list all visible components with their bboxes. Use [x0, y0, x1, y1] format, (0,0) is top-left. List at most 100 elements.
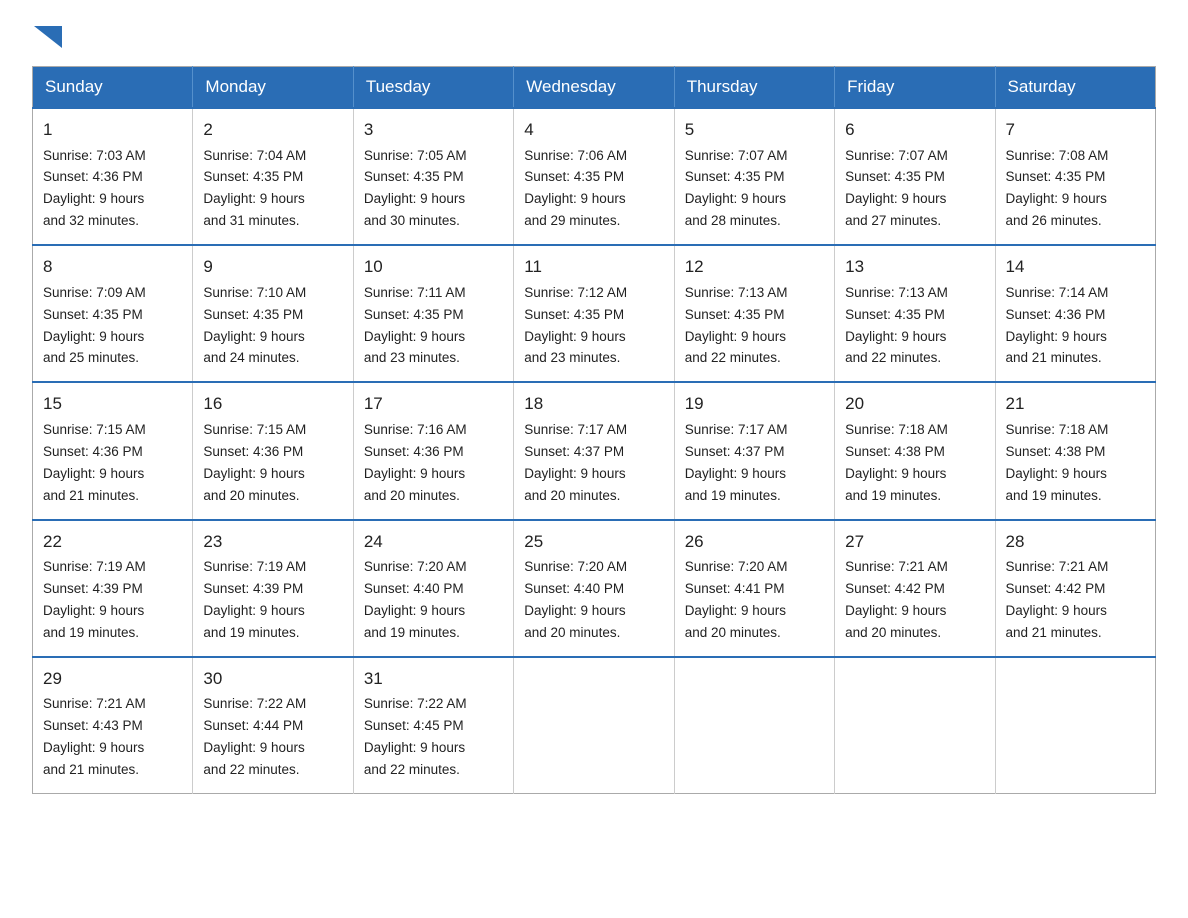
day-number: 6	[845, 117, 984, 143]
calendar-day-cell: 15 Sunrise: 7:15 AMSunset: 4:36 PMDaylig…	[33, 382, 193, 519]
day-number: 4	[524, 117, 663, 143]
calendar-day-cell: 23 Sunrise: 7:19 AMSunset: 4:39 PMDaylig…	[193, 520, 353, 657]
day-info: Sunrise: 7:17 AMSunset: 4:37 PMDaylight:…	[524, 422, 627, 503]
calendar-day-cell: 28 Sunrise: 7:21 AMSunset: 4:42 PMDaylig…	[995, 520, 1155, 657]
calendar-day-cell: 10 Sunrise: 7:11 AMSunset: 4:35 PMDaylig…	[353, 245, 513, 382]
day-number: 5	[685, 117, 824, 143]
day-info: Sunrise: 7:22 AMSunset: 4:45 PMDaylight:…	[364, 696, 467, 777]
day-info: Sunrise: 7:21 AMSunset: 4:43 PMDaylight:…	[43, 696, 146, 777]
day-number: 14	[1006, 254, 1145, 280]
calendar-day-cell	[514, 657, 674, 794]
day-info: Sunrise: 7:05 AMSunset: 4:35 PMDaylight:…	[364, 148, 467, 229]
day-info: Sunrise: 7:04 AMSunset: 4:35 PMDaylight:…	[203, 148, 306, 229]
day-info: Sunrise: 7:09 AMSunset: 4:35 PMDaylight:…	[43, 285, 146, 366]
logo-triangle-icon	[34, 26, 62, 48]
day-info: Sunrise: 7:17 AMSunset: 4:37 PMDaylight:…	[685, 422, 788, 503]
calendar-day-cell	[995, 657, 1155, 794]
calendar-week-row: 1 Sunrise: 7:03 AMSunset: 4:36 PMDayligh…	[33, 108, 1156, 245]
calendar-day-cell: 20 Sunrise: 7:18 AMSunset: 4:38 PMDaylig…	[835, 382, 995, 519]
day-number: 31	[364, 666, 503, 692]
calendar-day-cell: 29 Sunrise: 7:21 AMSunset: 4:43 PMDaylig…	[33, 657, 193, 794]
calendar-day-cell: 21 Sunrise: 7:18 AMSunset: 4:38 PMDaylig…	[995, 382, 1155, 519]
day-number: 21	[1006, 391, 1145, 417]
day-number: 26	[685, 529, 824, 555]
calendar-day-header: Thursday	[674, 67, 834, 109]
calendar-day-cell: 7 Sunrise: 7:08 AMSunset: 4:35 PMDayligh…	[995, 108, 1155, 245]
calendar-day-cell: 3 Sunrise: 7:05 AMSunset: 4:35 PMDayligh…	[353, 108, 513, 245]
calendar-day-cell	[674, 657, 834, 794]
calendar-day-header: Sunday	[33, 67, 193, 109]
day-number: 10	[364, 254, 503, 280]
calendar-day-cell: 4 Sunrise: 7:06 AMSunset: 4:35 PMDayligh…	[514, 108, 674, 245]
calendar-day-cell: 12 Sunrise: 7:13 AMSunset: 4:35 PMDaylig…	[674, 245, 834, 382]
day-info: Sunrise: 7:07 AMSunset: 4:35 PMDaylight:…	[845, 148, 948, 229]
day-number: 28	[1006, 529, 1145, 555]
day-number: 19	[685, 391, 824, 417]
calendar-day-cell	[835, 657, 995, 794]
day-info: Sunrise: 7:07 AMSunset: 4:35 PMDaylight:…	[685, 148, 788, 229]
calendar-day-cell: 17 Sunrise: 7:16 AMSunset: 4:36 PMDaylig…	[353, 382, 513, 519]
calendar-day-cell: 8 Sunrise: 7:09 AMSunset: 4:35 PMDayligh…	[33, 245, 193, 382]
day-info: Sunrise: 7:06 AMSunset: 4:35 PMDaylight:…	[524, 148, 627, 229]
calendar-week-row: 22 Sunrise: 7:19 AMSunset: 4:39 PMDaylig…	[33, 520, 1156, 657]
calendar-table: SundayMondayTuesdayWednesdayThursdayFrid…	[32, 66, 1156, 794]
day-info: Sunrise: 7:20 AMSunset: 4:40 PMDaylight:…	[364, 559, 467, 640]
day-number: 25	[524, 529, 663, 555]
page-header	[32, 24, 1156, 48]
calendar-day-cell: 5 Sunrise: 7:07 AMSunset: 4:35 PMDayligh…	[674, 108, 834, 245]
calendar-day-header: Wednesday	[514, 67, 674, 109]
calendar-day-cell: 11 Sunrise: 7:12 AMSunset: 4:35 PMDaylig…	[514, 245, 674, 382]
day-number: 16	[203, 391, 342, 417]
calendar-day-cell: 16 Sunrise: 7:15 AMSunset: 4:36 PMDaylig…	[193, 382, 353, 519]
day-info: Sunrise: 7:20 AMSunset: 4:41 PMDaylight:…	[685, 559, 788, 640]
calendar-day-cell: 25 Sunrise: 7:20 AMSunset: 4:40 PMDaylig…	[514, 520, 674, 657]
calendar-day-cell: 1 Sunrise: 7:03 AMSunset: 4:36 PMDayligh…	[33, 108, 193, 245]
calendar-day-cell: 14 Sunrise: 7:14 AMSunset: 4:36 PMDaylig…	[995, 245, 1155, 382]
calendar-day-cell: 27 Sunrise: 7:21 AMSunset: 4:42 PMDaylig…	[835, 520, 995, 657]
day-info: Sunrise: 7:14 AMSunset: 4:36 PMDaylight:…	[1006, 285, 1109, 366]
day-info: Sunrise: 7:18 AMSunset: 4:38 PMDaylight:…	[1006, 422, 1109, 503]
calendar-day-header: Friday	[835, 67, 995, 109]
day-number: 11	[524, 254, 663, 280]
day-info: Sunrise: 7:15 AMSunset: 4:36 PMDaylight:…	[43, 422, 146, 503]
day-number: 17	[364, 391, 503, 417]
day-info: Sunrise: 7:16 AMSunset: 4:36 PMDaylight:…	[364, 422, 467, 503]
day-number: 15	[43, 391, 182, 417]
day-number: 22	[43, 529, 182, 555]
calendar-day-cell: 13 Sunrise: 7:13 AMSunset: 4:35 PMDaylig…	[835, 245, 995, 382]
day-number: 30	[203, 666, 342, 692]
day-info: Sunrise: 7:22 AMSunset: 4:44 PMDaylight:…	[203, 696, 306, 777]
day-info: Sunrise: 7:10 AMSunset: 4:35 PMDaylight:…	[203, 285, 306, 366]
day-info: Sunrise: 7:18 AMSunset: 4:38 PMDaylight:…	[845, 422, 948, 503]
calendar-day-header: Monday	[193, 67, 353, 109]
day-info: Sunrise: 7:21 AMSunset: 4:42 PMDaylight:…	[845, 559, 948, 640]
day-info: Sunrise: 7:20 AMSunset: 4:40 PMDaylight:…	[524, 559, 627, 640]
day-number: 3	[364, 117, 503, 143]
day-info: Sunrise: 7:03 AMSunset: 4:36 PMDaylight:…	[43, 148, 146, 229]
calendar-week-row: 29 Sunrise: 7:21 AMSunset: 4:43 PMDaylig…	[33, 657, 1156, 794]
day-info: Sunrise: 7:15 AMSunset: 4:36 PMDaylight:…	[203, 422, 306, 503]
day-info: Sunrise: 7:19 AMSunset: 4:39 PMDaylight:…	[203, 559, 306, 640]
calendar-day-cell: 22 Sunrise: 7:19 AMSunset: 4:39 PMDaylig…	[33, 520, 193, 657]
day-number: 1	[43, 117, 182, 143]
calendar-week-row: 15 Sunrise: 7:15 AMSunset: 4:36 PMDaylig…	[33, 382, 1156, 519]
calendar-day-cell: 19 Sunrise: 7:17 AMSunset: 4:37 PMDaylig…	[674, 382, 834, 519]
calendar-day-cell: 24 Sunrise: 7:20 AMSunset: 4:40 PMDaylig…	[353, 520, 513, 657]
calendar-day-header: Tuesday	[353, 67, 513, 109]
day-info: Sunrise: 7:19 AMSunset: 4:39 PMDaylight:…	[43, 559, 146, 640]
calendar-day-cell: 30 Sunrise: 7:22 AMSunset: 4:44 PMDaylig…	[193, 657, 353, 794]
calendar-day-cell: 31 Sunrise: 7:22 AMSunset: 4:45 PMDaylig…	[353, 657, 513, 794]
day-number: 27	[845, 529, 984, 555]
day-number: 9	[203, 254, 342, 280]
calendar-day-cell: 18 Sunrise: 7:17 AMSunset: 4:37 PMDaylig…	[514, 382, 674, 519]
calendar-header-row: SundayMondayTuesdayWednesdayThursdayFrid…	[33, 67, 1156, 109]
logo	[32, 24, 62, 48]
day-number: 24	[364, 529, 503, 555]
day-info: Sunrise: 7:12 AMSunset: 4:35 PMDaylight:…	[524, 285, 627, 366]
day-info: Sunrise: 7:08 AMSunset: 4:35 PMDaylight:…	[1006, 148, 1109, 229]
day-number: 13	[845, 254, 984, 280]
day-number: 8	[43, 254, 182, 280]
day-number: 23	[203, 529, 342, 555]
calendar-day-cell: 6 Sunrise: 7:07 AMSunset: 4:35 PMDayligh…	[835, 108, 995, 245]
day-info: Sunrise: 7:13 AMSunset: 4:35 PMDaylight:…	[845, 285, 948, 366]
